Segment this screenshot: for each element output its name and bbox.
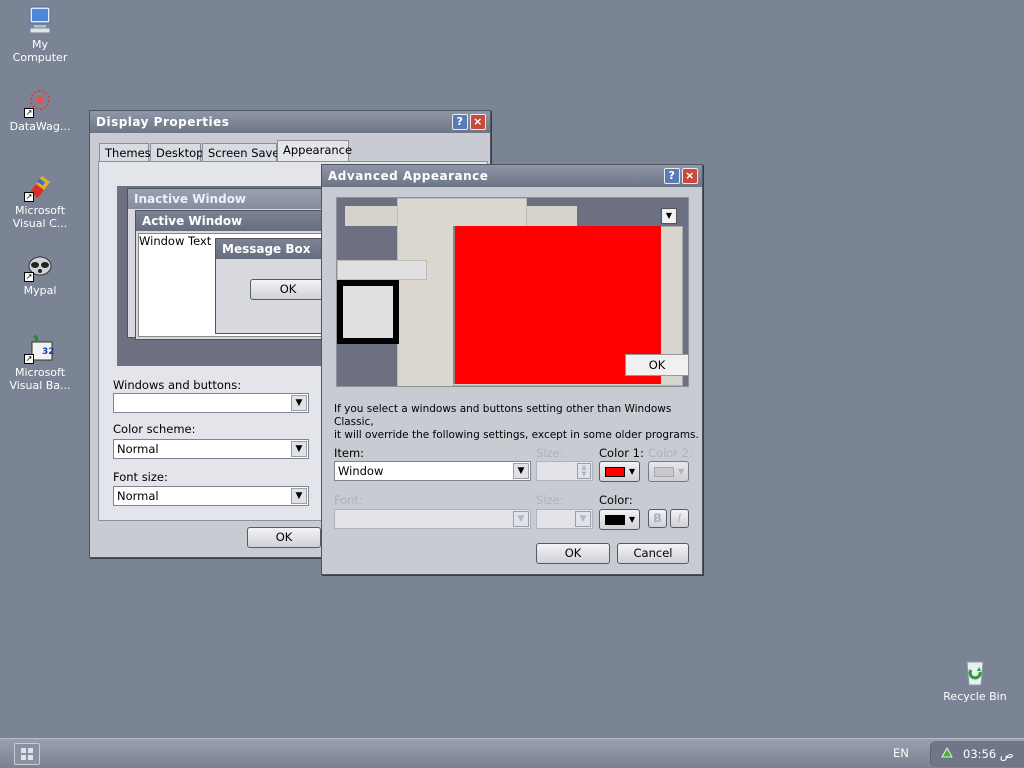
language-indicator[interactable]: EN <box>893 746 909 760</box>
color-scheme-label: Color scheme: <box>113 422 196 436</box>
chevron-down-icon: ▼ <box>513 463 529 479</box>
size-spinner[interactable]: ▲ ▼ <box>536 461 593 481</box>
clock[interactable]: 03:56 ص <box>963 747 1014 761</box>
font-label: Font: <box>334 493 363 507</box>
color2-label: Color 2: <box>648 446 693 460</box>
spinner-arrows-icon: ▲ ▼ <box>577 463 591 479</box>
font-size-label: Font size: <box>113 470 168 484</box>
font-color-picker[interactable]: ▼ <box>599 509 640 530</box>
preview-strip-c <box>337 260 427 280</box>
windows-buttons-select[interactable]: ▼ <box>113 393 309 413</box>
start-button[interactable] <box>14 743 40 765</box>
desktop-icon-my-computer[interactable]: My Computer <box>0 4 80 64</box>
display-properties-titlebar[interactable]: Display Properties ? × <box>90 111 490 133</box>
tab-screen-saver[interactable]: Screen Saver <box>202 143 284 162</box>
advanced-ok-button[interactable]: OK <box>536 543 610 564</box>
preview-dropdown-arrow: ▼ <box>661 208 677 224</box>
visual-basic-icon: 32 ↗ <box>24 332 56 364</box>
chevron-down-icon: ▼ <box>575 511 591 527</box>
desktop-icon-label: Microsoft Visual C... <box>12 204 68 230</box>
font-color-swatch <box>605 515 625 525</box>
close-button[interactable]: × <box>682 168 698 184</box>
tab-themes[interactable]: Themes <box>99 143 151 162</box>
chevron-down-icon: ▼ <box>513 511 529 527</box>
system-tray: 03:56 ص <box>930 741 1024 767</box>
item-label: Item: <box>334 446 365 460</box>
help-button[interactable]: ? <box>452 114 468 130</box>
font-color-label: Color: <box>599 493 633 507</box>
font-select[interactable]: ▼ <box>334 509 531 529</box>
chevron-down-icon: ▼ <box>678 467 685 476</box>
info-text: If you select a windows and buttons sett… <box>334 403 702 442</box>
item-select[interactable]: Window ▼ <box>334 461 531 481</box>
color-scheme-select[interactable]: Normal ▼ <box>113 439 309 459</box>
chevron-down-icon: ▼ <box>629 467 636 476</box>
window-text: Window Text <box>139 234 212 248</box>
close-button[interactable]: × <box>470 114 486 130</box>
desktop-icon-ms-visual-c[interactable]: ↗ Microsoft Visual C... <box>0 170 80 230</box>
color1-picker[interactable]: ▼ <box>599 461 640 482</box>
chevron-down-icon: ▼ <box>291 488 307 504</box>
color1-swatch <box>605 467 625 477</box>
advanced-appearance-window: Advanced Appearance ? × ▼ OK If you sele… <box>321 164 703 575</box>
desktop-icon-label: Microsoft Visual Ba... <box>9 366 71 392</box>
info-text-line2: it will override the following settings,… <box>334 429 699 441</box>
chevron-down-icon: ▼ <box>291 395 307 411</box>
preview-black-frame <box>337 280 399 344</box>
window-title: Display Properties <box>96 115 230 129</box>
italic-toggle[interactable]: I <box>670 509 689 528</box>
color1-label: Color 1: <box>599 446 644 460</box>
bold-toggle[interactable]: B <box>648 509 667 528</box>
item-value: Window <box>338 464 384 478</box>
info-text-line1: If you select a windows and buttons sett… <box>334 403 672 428</box>
tab-desktop[interactable]: Desktop <box>150 143 203 162</box>
desktop-icon-ms-visual-basic[interactable]: 32 ↗ Microsoft Visual Ba... <box>0 332 80 392</box>
start-grid-icon <box>21 748 33 760</box>
desktop-icon-datawag[interactable]: ↗ DataWag... <box>0 86 80 133</box>
font-size-select[interactable]: Normal ▼ <box>113 486 309 506</box>
font-size-select[interactable]: ▼ <box>536 509 593 529</box>
help-button[interactable]: ? <box>664 168 680 184</box>
desktop-icon-label: My Computer <box>12 38 68 64</box>
chevron-down-icon: ▼ <box>291 441 307 457</box>
mypal-icon: ↗ <box>24 250 56 282</box>
display-ok-button[interactable]: OK <box>247 527 321 548</box>
recycle-bin-icon <box>959 656 991 688</box>
desktop-icon-label: DataWag... <box>9 120 71 133</box>
window-title: Advanced Appearance <box>328 169 489 183</box>
visual-c-icon: ↗ <box>24 170 56 202</box>
message-box-ok-button: OK <box>250 279 326 300</box>
taskbar: EN 03:56 ص <box>0 738 1024 768</box>
chevron-down-icon: ▼ <box>629 515 636 524</box>
preview-ok-button: OK <box>625 354 688 376</box>
advanced-cancel-button[interactable]: Cancel <box>617 543 689 564</box>
computer-icon <box>24 4 56 36</box>
windows-buttons-label: Windows and buttons: <box>113 378 242 392</box>
datawag-icon: ↗ <box>24 86 56 118</box>
desktop-icon-label: Mypal <box>23 284 57 297</box>
desktop-icon-recycle-bin[interactable]: Recycle Bin <box>935 656 1015 703</box>
color2-picker[interactable]: ▼ <box>648 461 689 482</box>
advanced-preview[interactable]: ▼ OK <box>336 197 689 387</box>
network-icon[interactable] <box>939 745 955 761</box>
tab-appearance[interactable]: Appearance <box>277 140 352 163</box>
svg-text:32: 32 <box>42 347 55 357</box>
font-size-label: Size: <box>536 493 564 507</box>
advanced-appearance-titlebar[interactable]: Advanced Appearance ? × <box>322 165 702 187</box>
color2-swatch <box>654 467 674 477</box>
size-label: Size: <box>536 446 564 460</box>
desktop-icon-label: Recycle Bin <box>943 690 1007 703</box>
font-size-value: Normal <box>117 489 159 503</box>
desktop-icon-mypal[interactable]: ↗ Mypal <box>0 250 80 297</box>
color-scheme-value: Normal <box>117 442 159 456</box>
